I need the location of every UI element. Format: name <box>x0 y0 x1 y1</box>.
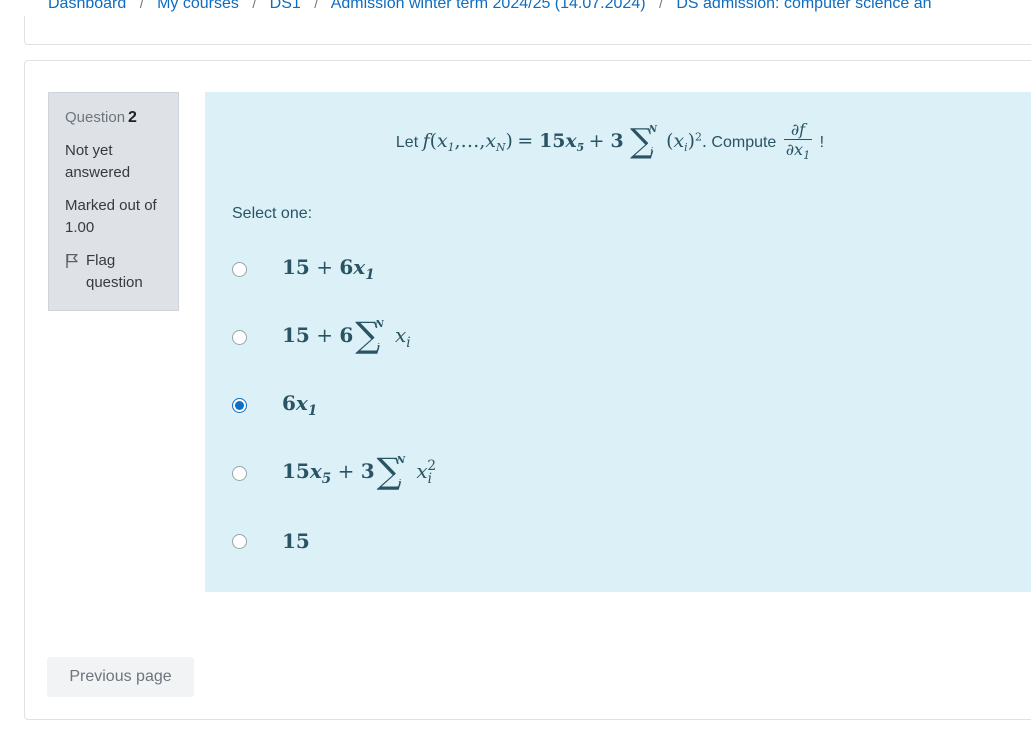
question-info-box: Question 2 Not yet answered Marked out of… <box>48 92 179 311</box>
breadcrumb-separator: / <box>252 0 257 11</box>
breadcrumb-separator: / <box>659 0 663 11</box>
answer-option-d[interactable]: 15x5 + 3∑ Ni xi2 <box>232 439 1022 507</box>
compute-label: Compute <box>711 134 777 152</box>
radio-button-b[interactable] <box>232 329 247 345</box>
flag-icon <box>65 253 79 269</box>
breadcrumb-item-dashboard[interactable]: Dashboard <box>48 0 126 12</box>
question-content-panel: Let f(x1,…,xN) = 15x5 + 3 ∑ Ni (xi)2. Com… <box>205 92 1031 592</box>
flag-question-button[interactable]: Flag question <box>65 250 162 294</box>
previous-page-button[interactable]: Previous page <box>47 657 194 697</box>
answer-label-b[interactable]: 15 + 6∑ Ni xi <box>282 318 411 353</box>
select-one-label: Select one: <box>232 205 313 222</box>
radio-button-d[interactable] <box>232 465 247 481</box>
question-number: Question 2 <box>65 107 162 129</box>
breadcrumb: Dashboard / My courses / DS1 / Admission… <box>0 0 1031 16</box>
question-stem-prefix: Let <box>395 134 419 152</box>
radio-button-c[interactable] <box>232 397 247 413</box>
radio-button-a[interactable] <box>232 261 247 277</box>
breadcrumb-item-my-courses[interactable]: My courses <box>157 0 239 12</box>
breadcrumb-item-ds1[interactable]: DS1 <box>270 0 301 12</box>
answer-option-e[interactable]: 15 <box>232 507 1022 575</box>
breadcrumb-item-admission-term[interactable]: Admission winter term 2024/25 (14.07.202… <box>331 0 646 12</box>
answer-label-d[interactable]: 15x5 + 3∑ Ni xi2 <box>282 454 436 489</box>
question-number-label: Question <box>65 109 126 126</box>
answer-label-e[interactable]: 15 <box>282 529 310 554</box>
answer-option-b[interactable]: 15 + 6∑ Ni xi <box>232 303 1022 371</box>
exclamation: ! <box>819 134 825 152</box>
answer-option-c[interactable]: 6x1 <box>232 371 1022 439</box>
answer-label-c[interactable]: 6x1 <box>282 391 317 419</box>
answer-options-list: 15 + 6x1 15 + 6∑ Ni xi 6x1 15x5 + 3∑ Ni xi… <box>232 235 1022 575</box>
question-marks: Marked out of 1.00 <box>65 197 157 236</box>
radio-button-e[interactable] <box>232 533 247 549</box>
breadcrumb-separator: / <box>314 0 319 11</box>
breadcrumb-item-current-quiz[interactable]: DS admission: computer science an <box>676 0 931 12</box>
question-number-value: 2 <box>128 109 137 126</box>
answer-label-a[interactable]: 15 + 6x1 <box>282 255 375 283</box>
flag-question-label: Flag question <box>86 252 143 291</box>
breadcrumb-separator: / <box>139 0 144 11</box>
question-status: Not yet answered <box>65 142 131 181</box>
question-stem: Let f(x1,…,xN) = 15x5 + 3 ∑ Ni (xi)2. Com… <box>395 120 825 163</box>
answer-option-a[interactable]: 15 + 6x1 <box>232 235 1022 303</box>
